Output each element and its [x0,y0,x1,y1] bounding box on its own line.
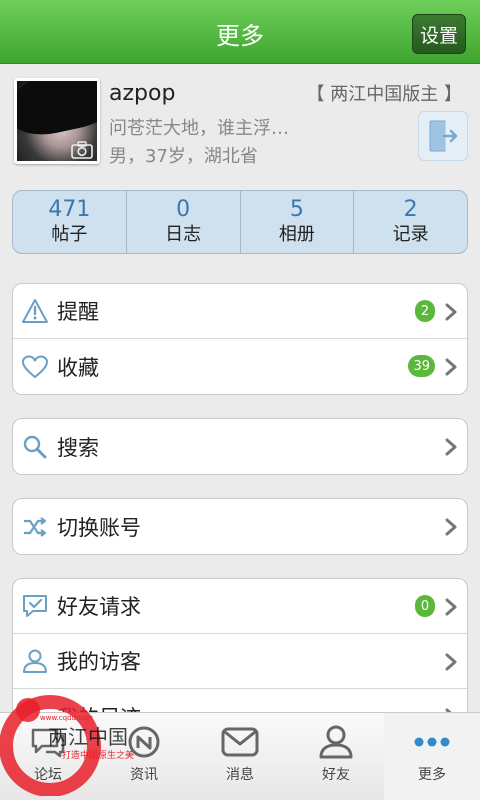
stat-value: 2 [403,197,418,222]
count-badge: 0 [415,595,435,617]
stat-value: 5 [289,197,304,222]
count-badge: 39 [408,355,435,377]
stat-label: 帖子 [51,224,88,245]
menu-item-label: 搜索 [57,435,99,460]
menu-item-label: 提醒 [57,300,99,324]
camera-icon[interactable] [71,141,93,159]
menu-group-notifications: 提醒 2 收藏 39 [12,283,468,395]
forum-icon [31,728,65,758]
tab-label: 资讯 [130,767,158,783]
stats-bar: 471 帖子 0 日志 5 相册 2 记录 [12,190,468,254]
menu-item-reminders[interactable]: 提醒 2 [13,284,467,339]
top-bar: 更多 设置 [0,0,480,64]
menu-item-label: 好友请求 [57,595,141,619]
menu-group-search: 搜索 [12,418,468,475]
user-role: 【 两江中国版主 】 [306,84,462,105]
tab-label: 更多 [418,767,446,783]
tab-news[interactable]: 资讯 [96,713,192,800]
bottom-tab-bar: 论坛 资讯 消息 好友 更多 [0,712,480,800]
avatar[interactable] [14,78,100,164]
menu-item-label: 我的访客 [57,650,141,674]
username: azpop [109,81,176,106]
tab-forum[interactable]: 论坛 [0,713,96,800]
tab-label: 论坛 [34,767,62,783]
search-icon [23,435,47,458]
stat-label: 记录 [392,224,429,245]
stat-albums[interactable]: 5 相册 [241,191,355,253]
heart-icon [22,355,48,378]
menu-group-account: 切换账号 [12,498,468,555]
friends-icon [319,725,353,759]
news-icon [128,726,160,758]
menu-item-switch-account[interactable]: 切换账号 [13,499,467,554]
stat-blogs[interactable]: 0 日志 [127,191,241,253]
chevron-right-icon [445,518,457,536]
exit-door-icon [429,120,458,152]
count-badge: 2 [415,300,435,322]
menu-item-visitors[interactable]: 我的访客 [13,634,467,689]
stat-label: 日志 [165,224,202,245]
tab-more[interactable]: 更多 [384,713,480,800]
stat-value: 0 [176,197,191,222]
stat-label: 相册 [278,224,315,245]
tab-label: 好友 [322,767,350,783]
tab-friends[interactable]: 好友 [288,713,384,800]
chevron-right-icon [445,653,457,671]
menu-item-label: 切换账号 [57,515,141,540]
logout-button[interactable] [418,111,468,161]
chevron-right-icon [445,438,457,456]
menu-item-label: 收藏 [57,355,99,380]
shuffle-icon [24,516,47,537]
chevron-right-icon [445,358,457,376]
person-icon [23,649,47,673]
chevron-right-icon [445,303,457,321]
stat-records[interactable]: 2 记录 [354,191,467,253]
mail-icon [221,727,259,757]
warning-icon [22,299,48,323]
user-signature: 问苍茫大地，谁主浮… [109,118,289,139]
menu-item-friend-requests[interactable]: 好友请求 0 [13,579,467,634]
menu-item-favorites[interactable]: 收藏 39 [13,339,467,394]
page-title: 更多 [216,22,264,50]
chevron-right-icon [445,598,457,616]
stat-value: 471 [48,197,91,222]
tab-messages[interactable]: 消息 [192,713,288,800]
tab-label: 消息 [226,767,254,783]
user-meta: 男，37岁，湖北省 [109,146,258,167]
avatar-photo [17,81,97,142]
menu-item-search[interactable]: 搜索 [13,419,467,474]
stat-posts[interactable]: 471 帖子 [13,191,127,253]
profile-card: azpop 问苍茫大地，谁主浮… 男，37岁，湖北省 【 两江中国版主 】 [0,64,480,174]
settings-button[interactable]: 设置 [412,14,466,54]
more-dots-icon [414,737,450,747]
chat-check-icon [23,595,47,617]
